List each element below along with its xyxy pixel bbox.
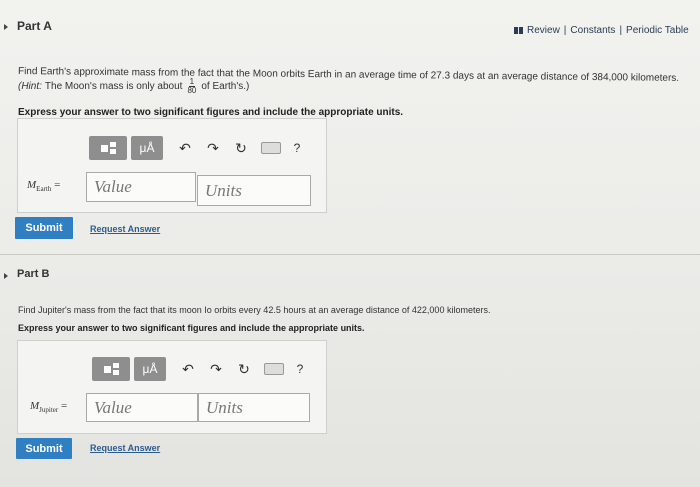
- help-icon[interactable]: ?: [287, 141, 307, 155]
- part-b-question: Find Jupiter's mass from the fact that i…: [18, 305, 491, 315]
- separator: |: [563, 25, 567, 36]
- part-b-submit-button[interactable]: Submit: [16, 438, 72, 459]
- part-b-units-input[interactable]: Units: [198, 393, 310, 422]
- section-divider: [0, 254, 700, 255]
- m-earth-label: MEarth =: [27, 179, 60, 193]
- help-icon[interactable]: ?: [290, 362, 310, 376]
- equals-sign: =: [60, 400, 68, 412]
- resource-links: Review | Constants | Periodic Table: [514, 25, 689, 36]
- template-fraction-icon: [112, 363, 119, 375]
- templates-button[interactable]: [89, 136, 127, 160]
- book-icon: [514, 27, 523, 34]
- part-a-units-input[interactable]: Units: [197, 175, 311, 206]
- constants-link[interactable]: Constants: [570, 25, 615, 36]
- part-b-request-answer-link[interactable]: Request Answer: [90, 443, 160, 453]
- keyboard-icon[interactable]: [264, 363, 284, 375]
- hint-prefix: (Hint:: [18, 81, 42, 92]
- part-a-instruction: Express your answer to two significant f…: [18, 107, 404, 118]
- templates-button[interactable]: [92, 357, 130, 381]
- part-b-value-input[interactable]: Value: [86, 393, 198, 422]
- part-a-title: Part A: [17, 19, 52, 33]
- undo-icon[interactable]: ↶: [174, 361, 202, 378]
- part-b-title: Part B: [17, 268, 50, 280]
- template-square-icon: [103, 365, 111, 373]
- undo-icon[interactable]: ↶: [171, 140, 199, 157]
- template-square-icon: [100, 144, 108, 152]
- units-symbol-button[interactable]: μÅ: [131, 136, 163, 160]
- var-subscript: Earth: [36, 185, 52, 194]
- var-symbol: M: [27, 179, 37, 191]
- collapse-caret-icon[interactable]: [4, 24, 8, 30]
- redo-icon[interactable]: ↷: [202, 361, 230, 378]
- part-a-request-answer-link[interactable]: Request Answer: [90, 224, 160, 234]
- var-symbol: M: [30, 400, 40, 412]
- hint-suffix: of Earth's.): [201, 81, 250, 92]
- keyboard-icon[interactable]: [261, 142, 281, 154]
- part-a-hint: (Hint: The Moon's mass is only about 1 8…: [18, 78, 249, 95]
- separator: |: [619, 25, 623, 36]
- part-a-toolbar: μÅ ↶ ↷ ↻ ?: [89, 136, 307, 160]
- part-a-value-input[interactable]: Value: [86, 172, 196, 202]
- hint-fraction: 1 80: [187, 78, 196, 95]
- units-symbol-button[interactable]: μÅ: [134, 357, 166, 381]
- review-link[interactable]: Review: [527, 25, 560, 36]
- part-b-instruction: Express your answer to two significant f…: [18, 323, 365, 333]
- periodic-table-link[interactable]: Periodic Table: [626, 25, 689, 36]
- hint-text: The Moon's mass is only about: [44, 81, 183, 92]
- template-fraction-icon: [109, 142, 116, 154]
- collapse-caret-icon[interactable]: [4, 273, 8, 279]
- reset-icon[interactable]: ↻: [227, 140, 255, 157]
- part-b-toolbar: μÅ ↶ ↷ ↻ ?: [92, 357, 310, 381]
- part-a-submit-button[interactable]: Submit: [15, 217, 73, 239]
- redo-icon[interactable]: ↷: [199, 140, 227, 157]
- reset-icon[interactable]: ↻: [230, 361, 258, 378]
- frac-denominator: 80: [187, 86, 197, 95]
- page: Part A Review | Constants | Periodic Tab…: [0, 0, 700, 487]
- var-subscript: Jupiter: [39, 406, 59, 415]
- m-jupiter-label: MJupiter =: [30, 400, 67, 414]
- equals-sign: =: [54, 179, 61, 191]
